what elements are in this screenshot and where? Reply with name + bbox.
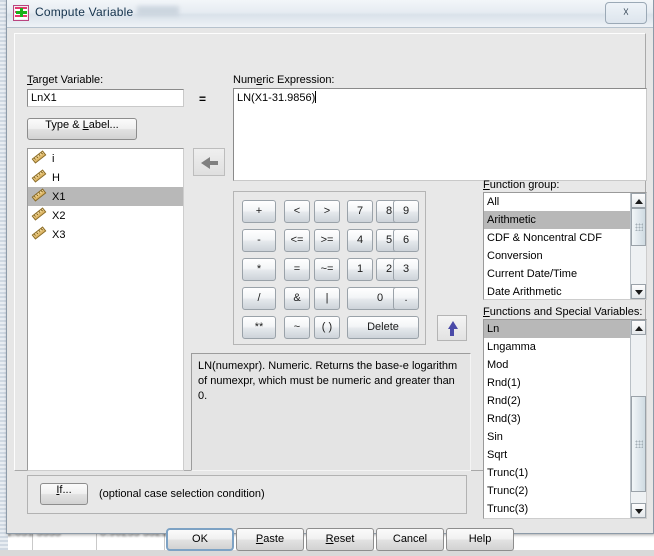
list-item[interactable]: Conversion xyxy=(484,247,646,265)
variable-name: X1 xyxy=(52,191,65,203)
target-variable-input[interactable] xyxy=(27,89,184,107)
scroll-down-icon[interactable] xyxy=(631,284,646,299)
scroll-down-icon[interactable] xyxy=(631,503,646,518)
functions-list[interactable]: Ln Lngamma Mod Rnd(1) Rnd(2) Rnd(3) Sin … xyxy=(483,319,647,519)
key-minus[interactable]: - xyxy=(242,229,276,252)
key-power[interactable]: ** xyxy=(242,316,276,339)
arrow-up-insert-icon[interactable] xyxy=(437,315,467,341)
list-item[interactable]: All xyxy=(484,193,646,211)
list-item[interactable]: Sin xyxy=(484,428,646,446)
variable-name: H xyxy=(52,172,60,184)
list-item[interactable]: Mod xyxy=(484,356,646,374)
key-greater[interactable]: > xyxy=(314,200,340,223)
reset-button[interactable]: Reset xyxy=(306,528,374,551)
list-item[interactable]: Lngamma xyxy=(484,338,646,356)
scale-ruler-icon xyxy=(32,152,47,165)
list-item[interactable]: Rnd(2) xyxy=(484,392,646,410)
key-6[interactable]: 6 xyxy=(393,229,419,252)
list-item[interactable]: H xyxy=(28,168,183,187)
function-group-list[interactable]: All Arithmetic CDF & Noncentral CDF Conv… xyxy=(483,192,647,300)
scroll-up-icon[interactable] xyxy=(631,320,646,335)
help-button[interactable]: Help xyxy=(446,528,514,551)
equals-sign: = xyxy=(199,92,206,106)
key-equal[interactable]: = xyxy=(284,258,310,281)
spss-compute-icon xyxy=(13,5,29,21)
paste-button[interactable]: Paste xyxy=(236,528,304,551)
if-button[interactable]: If... xyxy=(40,483,88,505)
key-less-equal[interactable]: <= xyxy=(284,229,310,252)
list-item[interactable]: Arithmetic xyxy=(484,211,646,229)
key-and[interactable]: & xyxy=(284,287,310,310)
list-item[interactable]: i xyxy=(28,149,183,168)
list-item[interactable]: X3 xyxy=(28,225,183,244)
key-1[interactable]: 1 xyxy=(347,258,373,281)
list-item[interactable]: Date Arithmetic xyxy=(484,283,646,300)
arrow-right-into-expression-icon[interactable] xyxy=(193,148,225,176)
scale-ruler-icon xyxy=(32,190,47,203)
variable-name: i xyxy=(52,153,54,165)
key-tilde[interactable]: ~ xyxy=(284,316,310,339)
key-multiply[interactable]: * xyxy=(242,258,276,281)
key-plus[interactable]: + xyxy=(242,200,276,223)
close-icon[interactable]: ☓ xyxy=(605,2,647,24)
list-item[interactable]: CDF & Noncentral CDF xyxy=(484,229,646,247)
variable-list[interactable]: i H X1 X2 X3 xyxy=(27,148,184,471)
expression-text: LN(X1-31.9856) xyxy=(237,92,315,104)
list-item[interactable]: Sqrt xyxy=(484,446,646,464)
scale-ruler-icon xyxy=(32,171,47,184)
key-3[interactable]: 3 xyxy=(393,258,419,281)
list-item[interactable]: Current Date/Time xyxy=(484,265,646,283)
key-7[interactable]: 7 xyxy=(347,200,373,223)
key-or[interactable]: | xyxy=(314,287,340,310)
dialog-titlebar[interactable]: Compute Variable ☓ xyxy=(7,0,653,28)
function-group-label: Function group: xyxy=(483,179,559,191)
dialog-title: Compute Variable xyxy=(35,5,133,19)
list-item[interactable]: Rnd(3) xyxy=(484,410,646,428)
list-item[interactable]: Trunc(3) xyxy=(484,500,646,518)
list-item[interactable]: Trunc(2) xyxy=(484,482,646,500)
scale-ruler-icon xyxy=(32,228,47,241)
desktop-background: 1.031 3333 0.96233 3321 Compute Variable… xyxy=(0,0,654,550)
scroll-up-icon[interactable] xyxy=(631,193,646,208)
list-item[interactable]: Rnd(1) xyxy=(484,374,646,392)
numeric-expression-label: Numeric Expression: xyxy=(233,74,335,86)
key-delete[interactable]: Delete xyxy=(347,316,419,339)
dialog-body: Target Variable: = Type & Label... i H X… xyxy=(7,28,653,534)
scale-ruler-icon xyxy=(32,209,47,222)
cancel-button[interactable]: Cancel xyxy=(376,528,444,551)
function-help-text: LN(numexpr). Numeric. Returns the base-e… xyxy=(191,353,471,471)
key-less[interactable]: < xyxy=(284,200,310,223)
compute-variable-dialog: Compute Variable ☓ Target Variable: = Ty… xyxy=(6,0,654,534)
list-item[interactable]: Ln xyxy=(484,320,646,338)
text-caret xyxy=(315,91,316,103)
title-smudge xyxy=(137,6,179,16)
variable-name: X2 xyxy=(52,210,65,222)
list-item[interactable]: X2 xyxy=(28,206,183,225)
dialog-action-bar: OK Paste Reset Cancel Help xyxy=(7,522,654,556)
list-item[interactable]: Trunc(1) xyxy=(484,464,646,482)
list-item[interactable]: X1 xyxy=(28,187,183,206)
target-variable-label: Target Variable: xyxy=(27,74,103,86)
numeric-expression-input[interactable]: LN(X1-31.9856) xyxy=(233,88,647,181)
calculator-keypad: + < > 7 8 9 - <= >= 4 5 6 * = ~= 1 2 3 /… xyxy=(233,191,426,345)
functions-scrollbar[interactable] xyxy=(630,320,646,518)
function-group-scrollbar[interactable] xyxy=(630,193,646,299)
key-divide[interactable]: / xyxy=(242,287,276,310)
if-condition-note: (optional case selection condition) xyxy=(99,488,265,500)
key-not-equal[interactable]: ~= xyxy=(314,258,340,281)
variable-name: X3 xyxy=(52,229,65,241)
type-and-label-button[interactable]: Type & Label... xyxy=(27,118,137,140)
scrollbar-thumb[interactable] xyxy=(631,208,646,246)
key-4[interactable]: 4 xyxy=(347,229,373,252)
key-greater-equal[interactable]: >= xyxy=(314,229,340,252)
key-9[interactable]: 9 xyxy=(393,200,419,223)
functions-label: Functions and Special Variables: xyxy=(483,306,642,318)
key-decimal-point[interactable]: . xyxy=(393,287,419,310)
key-parentheses[interactable]: ( ) xyxy=(314,316,340,339)
ok-button[interactable]: OK xyxy=(166,528,234,551)
scrollbar-thumb[interactable] xyxy=(631,396,646,492)
